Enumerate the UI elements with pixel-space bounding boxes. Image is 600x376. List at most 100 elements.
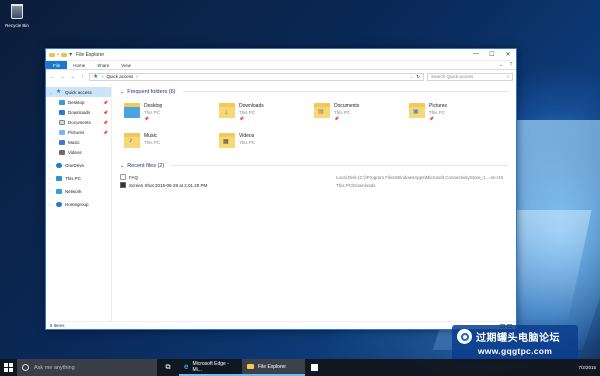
system-tray-clock[interactable]: 7/2/2015 bbox=[578, 365, 600, 370]
chevron-right-icon[interactable]: › bbox=[49, 176, 53, 181]
folder-tile-desktop[interactable]: Desktop This PC 📌 bbox=[124, 101, 214, 129]
folder-tile-videos[interactable]: ▦ Videos This PC bbox=[219, 131, 309, 159]
star-icon: ★ bbox=[93, 73, 99, 80]
nav-item-label: Downloads bbox=[68, 109, 91, 115]
back-button[interactable]: ← bbox=[49, 74, 56, 80]
nav-item-music[interactable]: Music bbox=[46, 137, 111, 147]
content-pane: ⌄ Frequent folders (6) Desktop This PC 📌… bbox=[112, 84, 516, 321]
nav-item-this-pc[interactable]: › This PC bbox=[46, 173, 111, 183]
folder-name: Downloads bbox=[239, 103, 264, 109]
taskbar-app-edge[interactable]: e Microsoft Edge - Mi... bbox=[179, 359, 242, 376]
nav-item-onedrive[interactable]: › OneDrive bbox=[46, 160, 111, 170]
this-pc-icon bbox=[56, 175, 62, 181]
pin-icon: 📌 bbox=[103, 109, 108, 115]
nav-item-videos[interactable]: Videos bbox=[46, 147, 111, 157]
group-title: Recent files (2) bbox=[127, 162, 165, 169]
up-button[interactable]: ↑ bbox=[79, 74, 86, 80]
new-folder-icon[interactable] bbox=[61, 52, 68, 57]
image-file-icon bbox=[120, 182, 126, 188]
folder-icon bbox=[49, 52, 55, 57]
close-button[interactable]: ✕ bbox=[500, 51, 516, 58]
pictures-folder-icon: ▣ bbox=[409, 101, 425, 119]
search-input[interactable]: Search Quick access ⌕ bbox=[427, 72, 513, 81]
list-item[interactable]: Screen Shot 2015-06-28 at 2.01.20 PM Thi… bbox=[120, 181, 508, 189]
tab-file[interactable]: File bbox=[46, 61, 68, 69]
folder-icon bbox=[247, 364, 254, 369]
frequent-folders-header[interactable]: ⌄ Frequent folders (6) bbox=[120, 87, 508, 96]
breadcrumb-separator: › bbox=[102, 74, 104, 79]
folder-location: This PC bbox=[239, 140, 256, 145]
folder-tile-downloads[interactable]: ↓ Downloads This PC 📌 bbox=[219, 101, 309, 129]
nav-item-desktop[interactable]: Desktop 📌 bbox=[46, 97, 111, 107]
documents-icon bbox=[59, 119, 65, 125]
chevron-down-icon[interactable]: ▾ bbox=[69, 51, 72, 58]
chevron-right-icon[interactable]: › bbox=[49, 163, 53, 168]
file-name: FAQ bbox=[129, 174, 139, 180]
pin-icon: 📌 bbox=[239, 116, 244, 121]
pin-icon: 📌 bbox=[429, 116, 434, 121]
task-view-button[interactable]: ⧉ bbox=[157, 364, 179, 372]
music-folder-icon: ♪ bbox=[124, 131, 140, 149]
recent-locations-icon[interactable]: ⌄ bbox=[69, 74, 76, 80]
chevron-right-icon[interactable]: › bbox=[49, 202, 53, 207]
nav-item-label: Pictures bbox=[68, 129, 85, 135]
expand-ribbon-icon[interactable]: ⌄ bbox=[496, 61, 506, 69]
nav-item-label: Desktop bbox=[68, 99, 85, 105]
maximize-button[interactable]: ☐ bbox=[484, 51, 500, 58]
nav-item-label: Homegroup bbox=[65, 201, 89, 207]
nav-item-pictures[interactable]: Pictures 📌 bbox=[46, 127, 111, 137]
explorer-body: ⌄ ★ Quick access Desktop 📌 Downloads 📌 D… bbox=[46, 84, 516, 321]
folder-tile-documents[interactable]: ▤ Documents This PC 📌 bbox=[314, 101, 404, 129]
taskbar: Ask me anything ⧉ e Microsoft Edge - Mi.… bbox=[0, 359, 600, 376]
chevron-down-icon[interactable]: ⌄ bbox=[120, 89, 124, 95]
file-path: Local Disk (C:)\Program Files\WindowsApp… bbox=[336, 174, 504, 180]
breadcrumb-quick-access[interactable]: Quick access bbox=[107, 74, 134, 79]
recycle-bin[interactable]: Recycle Bin bbox=[3, 4, 31, 28]
nav-item-homegroup[interactable]: › Homegroup bbox=[46, 199, 111, 209]
tab-home[interactable]: Home bbox=[67, 61, 91, 69]
quick-access-toolbar: ▫ ▾ bbox=[46, 51, 72, 58]
frequent-folders-grid: Desktop This PC 📌 ↓ Downloads This PC 📌 … bbox=[120, 98, 508, 161]
folder-name: Desktop bbox=[144, 103, 163, 109]
pin-icon: 📌 bbox=[334, 116, 339, 121]
chevron-right-icon[interactable]: › bbox=[49, 189, 53, 194]
file-explorer-window: ▫ ▾ File Explorer — ☐ ✕ File Home Share … bbox=[45, 48, 517, 330]
cortana-search-box[interactable]: Ask me anything bbox=[17, 359, 157, 376]
minimize-button[interactable]: — bbox=[468, 51, 484, 58]
taskbar-app-file-explorer[interactable]: File Explorer bbox=[242, 359, 305, 376]
cortana-icon bbox=[22, 364, 29, 371]
nav-item-documents[interactable]: Documents 📌 bbox=[46, 117, 111, 127]
folder-location: This PC bbox=[334, 110, 351, 115]
search-icon: ⌕ bbox=[506, 74, 509, 79]
tab-view[interactable]: View bbox=[115, 61, 137, 69]
recent-files-header[interactable]: ⌄ Recent files (2) bbox=[120, 161, 508, 170]
tab-share[interactable]: Share bbox=[91, 61, 115, 69]
ribbon-tabs: File Home Share View ⌄ ? bbox=[46, 61, 516, 70]
chevron-down-icon[interactable]: ⌄ bbox=[120, 163, 124, 169]
group-title: Frequent folders (6) bbox=[127, 88, 176, 95]
title-bar[interactable]: ▫ ▾ File Explorer — ☐ ✕ bbox=[46, 49, 516, 61]
recycle-bin-icon bbox=[11, 4, 23, 19]
network-icon bbox=[56, 188, 62, 194]
pin-icon: 📌 bbox=[103, 99, 108, 105]
folder-tile-pictures[interactable]: ▣ Pictures This PC 📌 bbox=[409, 101, 499, 129]
refresh-icon[interactable]: ↻ bbox=[416, 74, 420, 80]
folder-location: This PC bbox=[239, 110, 256, 115]
forward-button[interactable]: → bbox=[59, 74, 66, 80]
address-dropdown-icon[interactable]: ⌄ bbox=[409, 74, 413, 80]
properties-icon[interactable]: ▫ bbox=[57, 52, 59, 58]
nav-item-downloads[interactable]: Downloads 📌 bbox=[46, 107, 111, 117]
help-icon[interactable]: ? bbox=[506, 61, 516, 69]
folder-location: This PC bbox=[144, 110, 161, 115]
file-name: Screen Shot 2015-06-28 at 2.01.20 PM bbox=[129, 182, 208, 188]
start-button[interactable] bbox=[0, 359, 17, 376]
list-item[interactable]: FAQ Local Disk (C:)\Program Files\Window… bbox=[120, 173, 508, 181]
windows-logo-icon bbox=[4, 363, 13, 372]
tray-date: 7/2/2015 bbox=[578, 365, 596, 370]
folder-tile-music[interactable]: ♪ Music This PC bbox=[124, 131, 214, 159]
nav-item-quick-access[interactable]: ⌄ ★ Quick access bbox=[46, 87, 111, 97]
taskbar-app-store[interactable] bbox=[305, 364, 323, 371]
address-bar[interactable]: ★ › Quick access › ⌄ ↻ bbox=[89, 72, 424, 81]
nav-item-network[interactable]: › Network bbox=[46, 186, 111, 196]
chevron-down-icon[interactable]: ⌄ bbox=[49, 90, 53, 95]
